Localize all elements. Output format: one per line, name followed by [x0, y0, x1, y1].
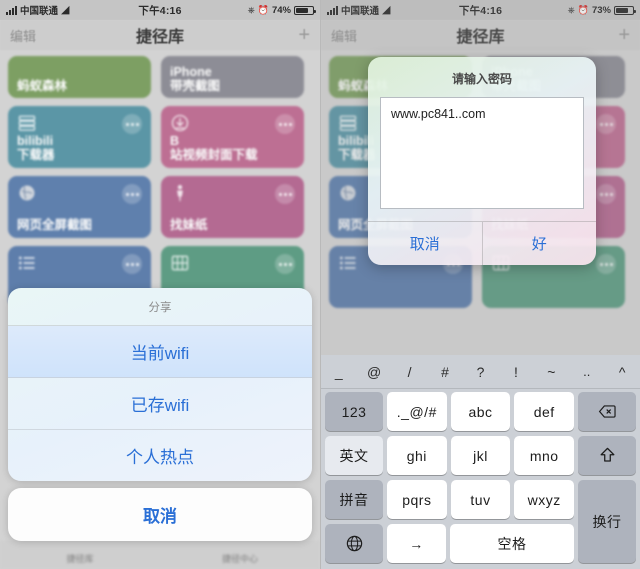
film-icon — [171, 255, 189, 271]
tab-bar: 捷径库 捷径中心 — [0, 541, 320, 569]
nav-bar: 编辑 捷径库 + — [0, 20, 320, 50]
globe-icon — [19, 185, 35, 201]
key-english[interactable]: 英文 — [325, 436, 383, 475]
tile-more-button[interactable] — [275, 184, 295, 204]
key-mno[interactable]: mno — [514, 436, 575, 475]
person-icon — [177, 185, 183, 202]
suggestion-hash[interactable]: # — [427, 364, 462, 380]
right-phone-screen: 中国联通 ◢ 下午4:16 ⎈ ⏰ 73% 编辑 捷径库 + 蚂蚁森林 iPho… — [320, 0, 640, 569]
tile-more-button[interactable] — [275, 114, 295, 134]
globe-icon[interactable] — [325, 524, 383, 563]
share-option-current-wifi[interactable]: 当前wifi — [8, 326, 312, 378]
symbol-suggestion-bar: _ @ / # ? ! ~ .. ^ — [321, 355, 640, 389]
suggestion-at[interactable]: @ — [356, 364, 391, 380]
password-input-value: www.pc841..com — [391, 107, 486, 121]
keyboard: _ @ / # ? ! ~ .. ^ 123 ._@/# abc def 英文 … — [321, 355, 640, 569]
suggestion-caret[interactable]: ^ — [605, 364, 640, 380]
dialog-cancel-button[interactable]: 取消 — [368, 222, 482, 265]
key-pinyin[interactable]: 拼音 — [325, 480, 383, 519]
download-icon — [171, 114, 189, 132]
suggestion-slash[interactable]: / — [392, 364, 427, 380]
keyboard-row-3: 拼音 pqrs tuv wxyz 换行 — [323, 480, 638, 563]
shortcut-tile[interactable]: B 站视频封面下载 — [161, 106, 304, 168]
keyboard-rows: 123 ._@/# abc def 英文 ghi jkl mno 拼音 pqrs… — [321, 389, 640, 567]
backspace-icon[interactable] — [578, 392, 637, 431]
key-next[interactable]: → — [387, 524, 447, 563]
share-sheet-title: 分享 — [8, 288, 312, 326]
dialog-title: 请输入密码 — [451, 72, 512, 86]
shortcut-grid: 蚂蚁森林 iPhone 带壳截图 bilibili 下载器 B 站视频封面下载 … — [0, 50, 320, 314]
shortcut-tile[interactable]: bilibili 下载器 — [8, 106, 151, 168]
shift-icon[interactable] — [578, 436, 637, 475]
tile-more-button[interactable] — [122, 254, 142, 274]
suggestion-exclamation[interactable]: ! — [498, 364, 533, 380]
key-space[interactable]: 空格 — [450, 524, 574, 563]
suggestion-underscore[interactable]: _ — [321, 364, 356, 380]
status-bar: 中国联通 ◢ 下午4:16 ⎈ ⏰ 74% — [0, 0, 320, 20]
tile-label: B 站视频封面下载 — [170, 134, 258, 162]
tile-label: iPhone 带壳截图 — [170, 65, 221, 93]
dialog-ok-button[interactable]: 好 — [481, 222, 597, 265]
suggestion-tilde[interactable]: ~ — [534, 364, 569, 380]
share-option-hotspot[interactable]: 个人热点 — [8, 430, 312, 481]
tile-more-button[interactable] — [122, 184, 142, 204]
tile-label: 找妹纸 — [170, 218, 208, 232]
status-right: ⎈ ⏰ 74% — [247, 4, 316, 16]
key-wxyz[interactable]: wxyz — [514, 480, 575, 519]
add-shortcut-button[interactable]: + — [298, 25, 310, 45]
dual-screenshot: 中国联通 ◢ 下午4:16 ⎈ ⏰ 74% 编辑 捷径库 + 蚂蚁森林 iPho… — [0, 0, 640, 569]
tile-label: 网页全屏截图 — [17, 218, 93, 232]
shortcut-tile[interactable]: 找妹纸 — [161, 176, 304, 238]
key-tuv[interactable]: tuv — [450, 480, 511, 519]
battery-percent: 74% — [271, 4, 291, 16]
key-def[interactable]: def — [514, 392, 575, 431]
suggestion-question[interactable]: ? — [463, 364, 498, 380]
password-dialog: 请输入密码 www.pc841..com 取消 好 — [368, 57, 596, 265]
keyboard-row-2: 英文 ghi jkl mno — [323, 436, 638, 475]
key-symbols[interactable]: ._@/# — [387, 392, 447, 431]
dialog-actions: 取消 好 — [368, 221, 596, 265]
page-title: 捷径库 — [135, 29, 184, 46]
tile-more-button[interactable] — [275, 254, 295, 274]
share-option-saved-wifi[interactable]: 已存wifi — [8, 378, 312, 430]
key-abc[interactable]: abc — [450, 392, 511, 431]
list-icon — [19, 256, 35, 270]
rotation-lock-icon: ⎈ — [247, 4, 255, 15]
server-icon — [18, 115, 36, 131]
share-cancel-button[interactable]: 取消 — [8, 488, 312, 541]
password-input[interactable]: www.pc841..com — [380, 97, 584, 209]
shortcut-tile[interactable]: 网页全屏截图 — [8, 176, 151, 238]
battery-icon — [294, 5, 316, 15]
keyboard-row-1: 123 ._@/# abc def — [323, 392, 638, 431]
tab-gallery[interactable]: 捷径中心 — [160, 541, 320, 569]
alarm-icon: ⏰ — [257, 4, 269, 15]
shortcut-tile[interactable]: 蚂蚁森林 — [8, 56, 151, 98]
suggestion-dots[interactable]: .. — [569, 364, 604, 379]
key-ghi[interactable]: ghi — [387, 436, 447, 475]
key-pqrs[interactable]: pqrs — [387, 480, 447, 519]
tile-more-button[interactable] — [122, 114, 142, 134]
key-jkl[interactable]: jkl — [450, 436, 511, 475]
share-sheet-group: 分享 当前wifi 已存wifi 个人热点 — [8, 288, 312, 481]
tile-label: bilibili 下载器 — [17, 134, 55, 162]
tile-label: 蚂蚁森林 — [17, 79, 68, 93]
share-action-sheet: 分享 当前wifi 已存wifi 个人热点 取消 — [8, 288, 312, 541]
left-phone-screen: 中国联通 ◢ 下午4:16 ⎈ ⏰ 74% 编辑 捷径库 + 蚂蚁森林 iPho… — [0, 0, 320, 569]
tab-library[interactable]: 捷径库 — [0, 541, 160, 569]
keyboard-row-4: → 空格 — [323, 524, 638, 563]
key-123[interactable]: 123 — [325, 392, 383, 431]
shortcut-tile[interactable]: iPhone 带壳截图 — [161, 56, 304, 98]
